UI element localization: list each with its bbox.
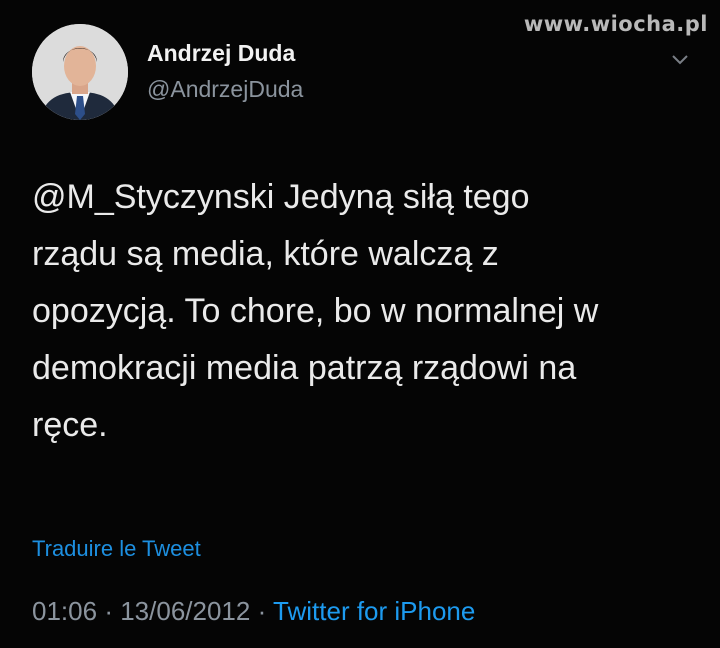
watermark: www.wiocha.pl xyxy=(523,12,708,36)
meta-separator: · xyxy=(257,596,267,626)
translate-link[interactable]: Traduire le Tweet xyxy=(32,536,201,562)
avatar[interactable] xyxy=(32,24,128,120)
tweet-source-link[interactable]: Twitter for iPhone xyxy=(273,596,475,626)
author-handle[interactable]: @AndrzejDuda xyxy=(147,76,303,103)
tweet-meta: 01:06 · 13/06/2012 · Twitter for iPhone xyxy=(32,596,475,627)
tweet-card: www.wiocha.pl Andrzej Duda @AndrzejDuda … xyxy=(0,0,720,648)
chevron-down-icon[interactable] xyxy=(672,54,688,66)
tweet-date: 13/06/2012 xyxy=(120,596,251,626)
tweet-text: @M_Styczynski Jedyną siłą tego rządu są … xyxy=(32,178,599,444)
tweet-time: 01:06 xyxy=(32,596,98,626)
author-name[interactable]: Andrzej Duda xyxy=(147,40,295,67)
meta-separator: · xyxy=(104,596,113,626)
